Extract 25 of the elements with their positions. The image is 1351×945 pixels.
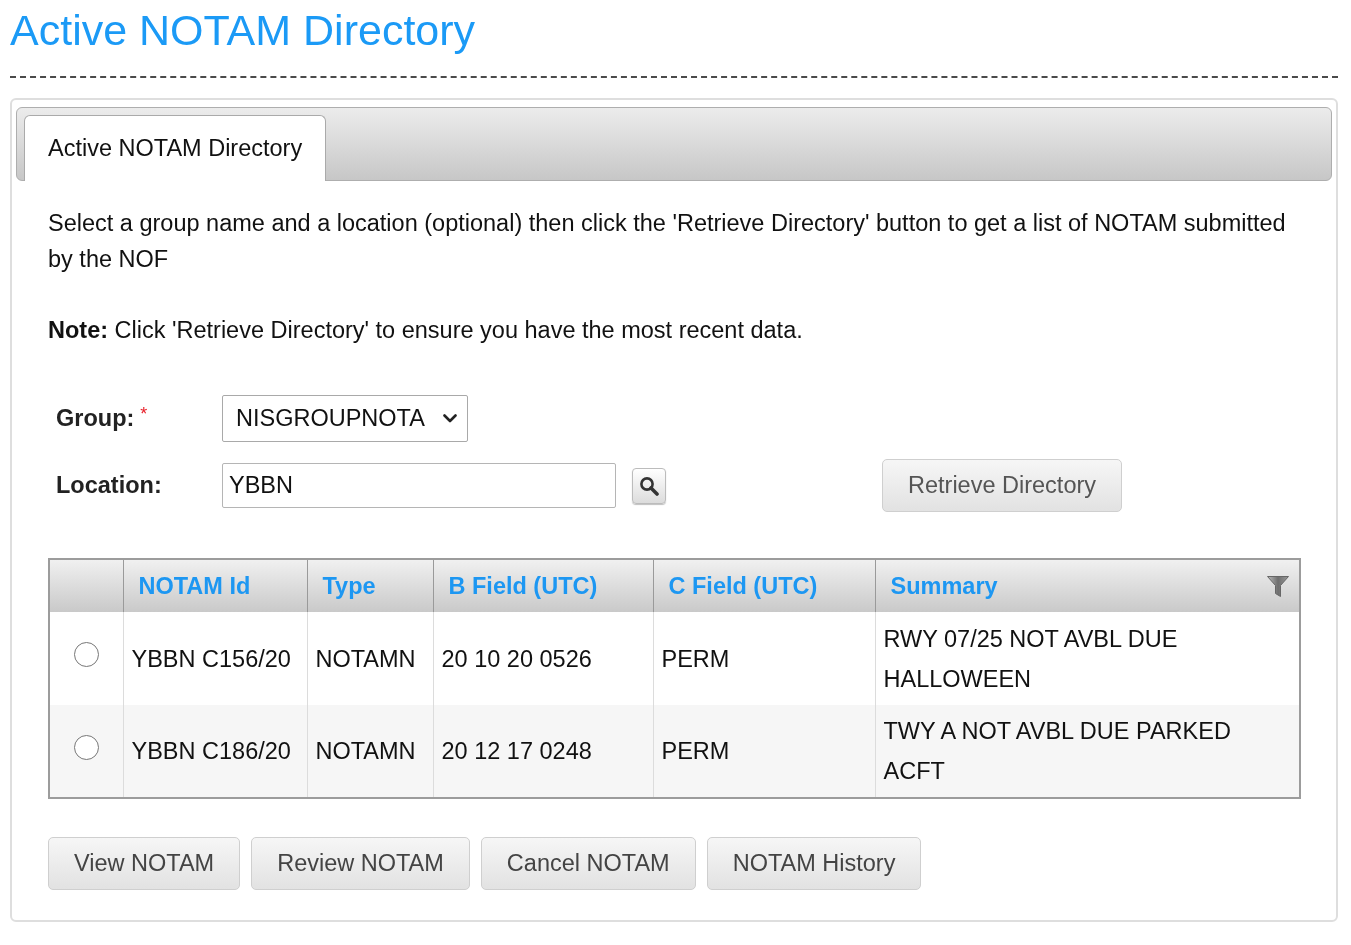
chevron-down-icon: [443, 414, 457, 423]
note-text: Note: Click 'Retrieve Directory' to ensure you have the most recent data.: [48, 316, 804, 345]
action-button[interactable]: NOTAM History: [706, 837, 922, 890]
table-cell: 20 12 17 0248: [433, 705, 653, 798]
retrieve-directory-button[interactable]: Retrieve Directory: [882, 459, 1123, 512]
action-button[interactable]: Review NOTAM: [251, 837, 470, 890]
row-radio[interactable]: [73, 734, 99, 760]
table-cell: YBBN C186/20: [123, 705, 307, 798]
table-cell: PERM: [653, 705, 875, 798]
group-select[interactable]: NISGROUPNOTA: [222, 395, 468, 442]
instructions-text: Select a group name and a location (optional) then click the 'Retrieve Directory' button to get a list of NOTAM submitted by the NOF: [48, 209, 1287, 274]
search-button[interactable]: [632, 467, 666, 504]
action-button[interactable]: View NOTAM: [48, 837, 241, 890]
location-label: Location:: [56, 472, 162, 499]
table-cell: TWY A NOT AVBL DUE PARKED ACFT: [875, 705, 1300, 798]
group-label: Group:: [56, 405, 135, 432]
row-radio[interactable]: [73, 642, 99, 667]
filter-icon[interactable]: [1267, 575, 1289, 597]
page-title: Active NOTAM Directory: [10, 5, 477, 56]
table-cell: NOTAMN: [307, 705, 433, 798]
search-icon: [639, 475, 659, 496]
required-mark: *: [140, 405, 148, 423]
action-button[interactable]: Cancel NOTAM: [480, 837, 696, 890]
tab[interactable]: Active NOTAM Directory: [24, 115, 327, 181]
location-input[interactable]: YBBN: [222, 463, 616, 508]
